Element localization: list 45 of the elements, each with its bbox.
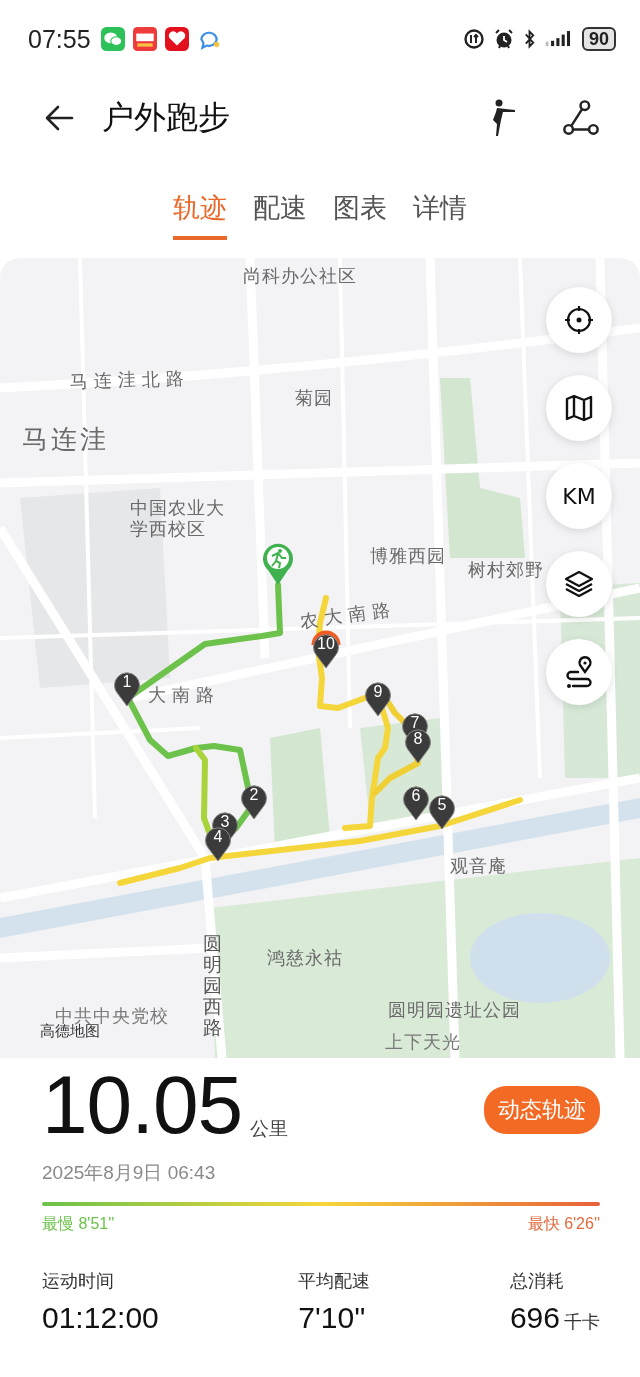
folded-map-icon bbox=[563, 392, 595, 424]
map-label: 菊园 bbox=[295, 387, 333, 410]
stat-value: 696 bbox=[509, 1301, 560, 1335]
map-label: 鸿慈永祜 bbox=[267, 947, 343, 970]
battery-indicator: 90 bbox=[581, 27, 616, 51]
map-label: 马连洼北路 bbox=[69, 366, 191, 395]
tab[interactable]: 配速 bbox=[253, 188, 307, 240]
tab[interactable]: 图表 bbox=[333, 188, 387, 240]
tab[interactable]: 详情 bbox=[413, 188, 467, 240]
heart-app-icon bbox=[164, 27, 189, 51]
fastest-pace: 最快 6'26'' bbox=[527, 1214, 600, 1234]
map-view-button[interactable] bbox=[546, 375, 612, 441]
stat-label: 运动时间 bbox=[42, 1270, 115, 1293]
stat-label: 总消耗 bbox=[509, 1270, 565, 1293]
route-button[interactable] bbox=[546, 639, 612, 705]
map-label: 博雅西园 bbox=[370, 545, 446, 568]
map-label: 观音庵 bbox=[450, 855, 507, 878]
slowest-pace: 最慢 8'51'' bbox=[42, 1214, 115, 1234]
page-title: 户外跑步 bbox=[102, 98, 230, 137]
route-pin-icon bbox=[563, 656, 595, 688]
crosshair-icon bbox=[563, 304, 595, 336]
data-saver-icon bbox=[462, 28, 485, 50]
distance-value: 10.05 bbox=[42, 1064, 243, 1146]
distance-unit: 公里 bbox=[250, 1117, 289, 1141]
stat-label: 平均配速 bbox=[298, 1270, 371, 1293]
locate-button[interactable] bbox=[546, 287, 612, 353]
map-label: 尚科办公社区 bbox=[243, 265, 357, 288]
layers-icon bbox=[563, 568, 595, 600]
workout-date: 2025年8月9日 06:43 bbox=[42, 1161, 217, 1185]
stat-value: 01:12:00 bbox=[42, 1301, 159, 1335]
share-icon[interactable] bbox=[562, 98, 600, 138]
status-time: 07:55 bbox=[28, 24, 91, 54]
map-label: 上下天光 bbox=[385, 1031, 461, 1054]
start-pin-icon bbox=[261, 542, 295, 586]
map-label: 树村郊野 bbox=[468, 559, 544, 582]
stat-value: 7'10'' bbox=[298, 1301, 366, 1335]
map-label: 圆明园西路 bbox=[203, 934, 222, 1039]
layers-button[interactable] bbox=[546, 551, 612, 617]
map-label: 圆明园遗址公园 bbox=[388, 999, 521, 1022]
news-app-icon bbox=[132, 27, 157, 51]
chat-app-icon bbox=[100, 27, 125, 51]
map-label: 中国农业大学西校区 bbox=[130, 498, 226, 540]
map-label: 大南路 bbox=[148, 684, 220, 707]
map-label: 马连洼 bbox=[22, 423, 109, 456]
stat-unit: 千卡 bbox=[564, 1311, 600, 1334]
